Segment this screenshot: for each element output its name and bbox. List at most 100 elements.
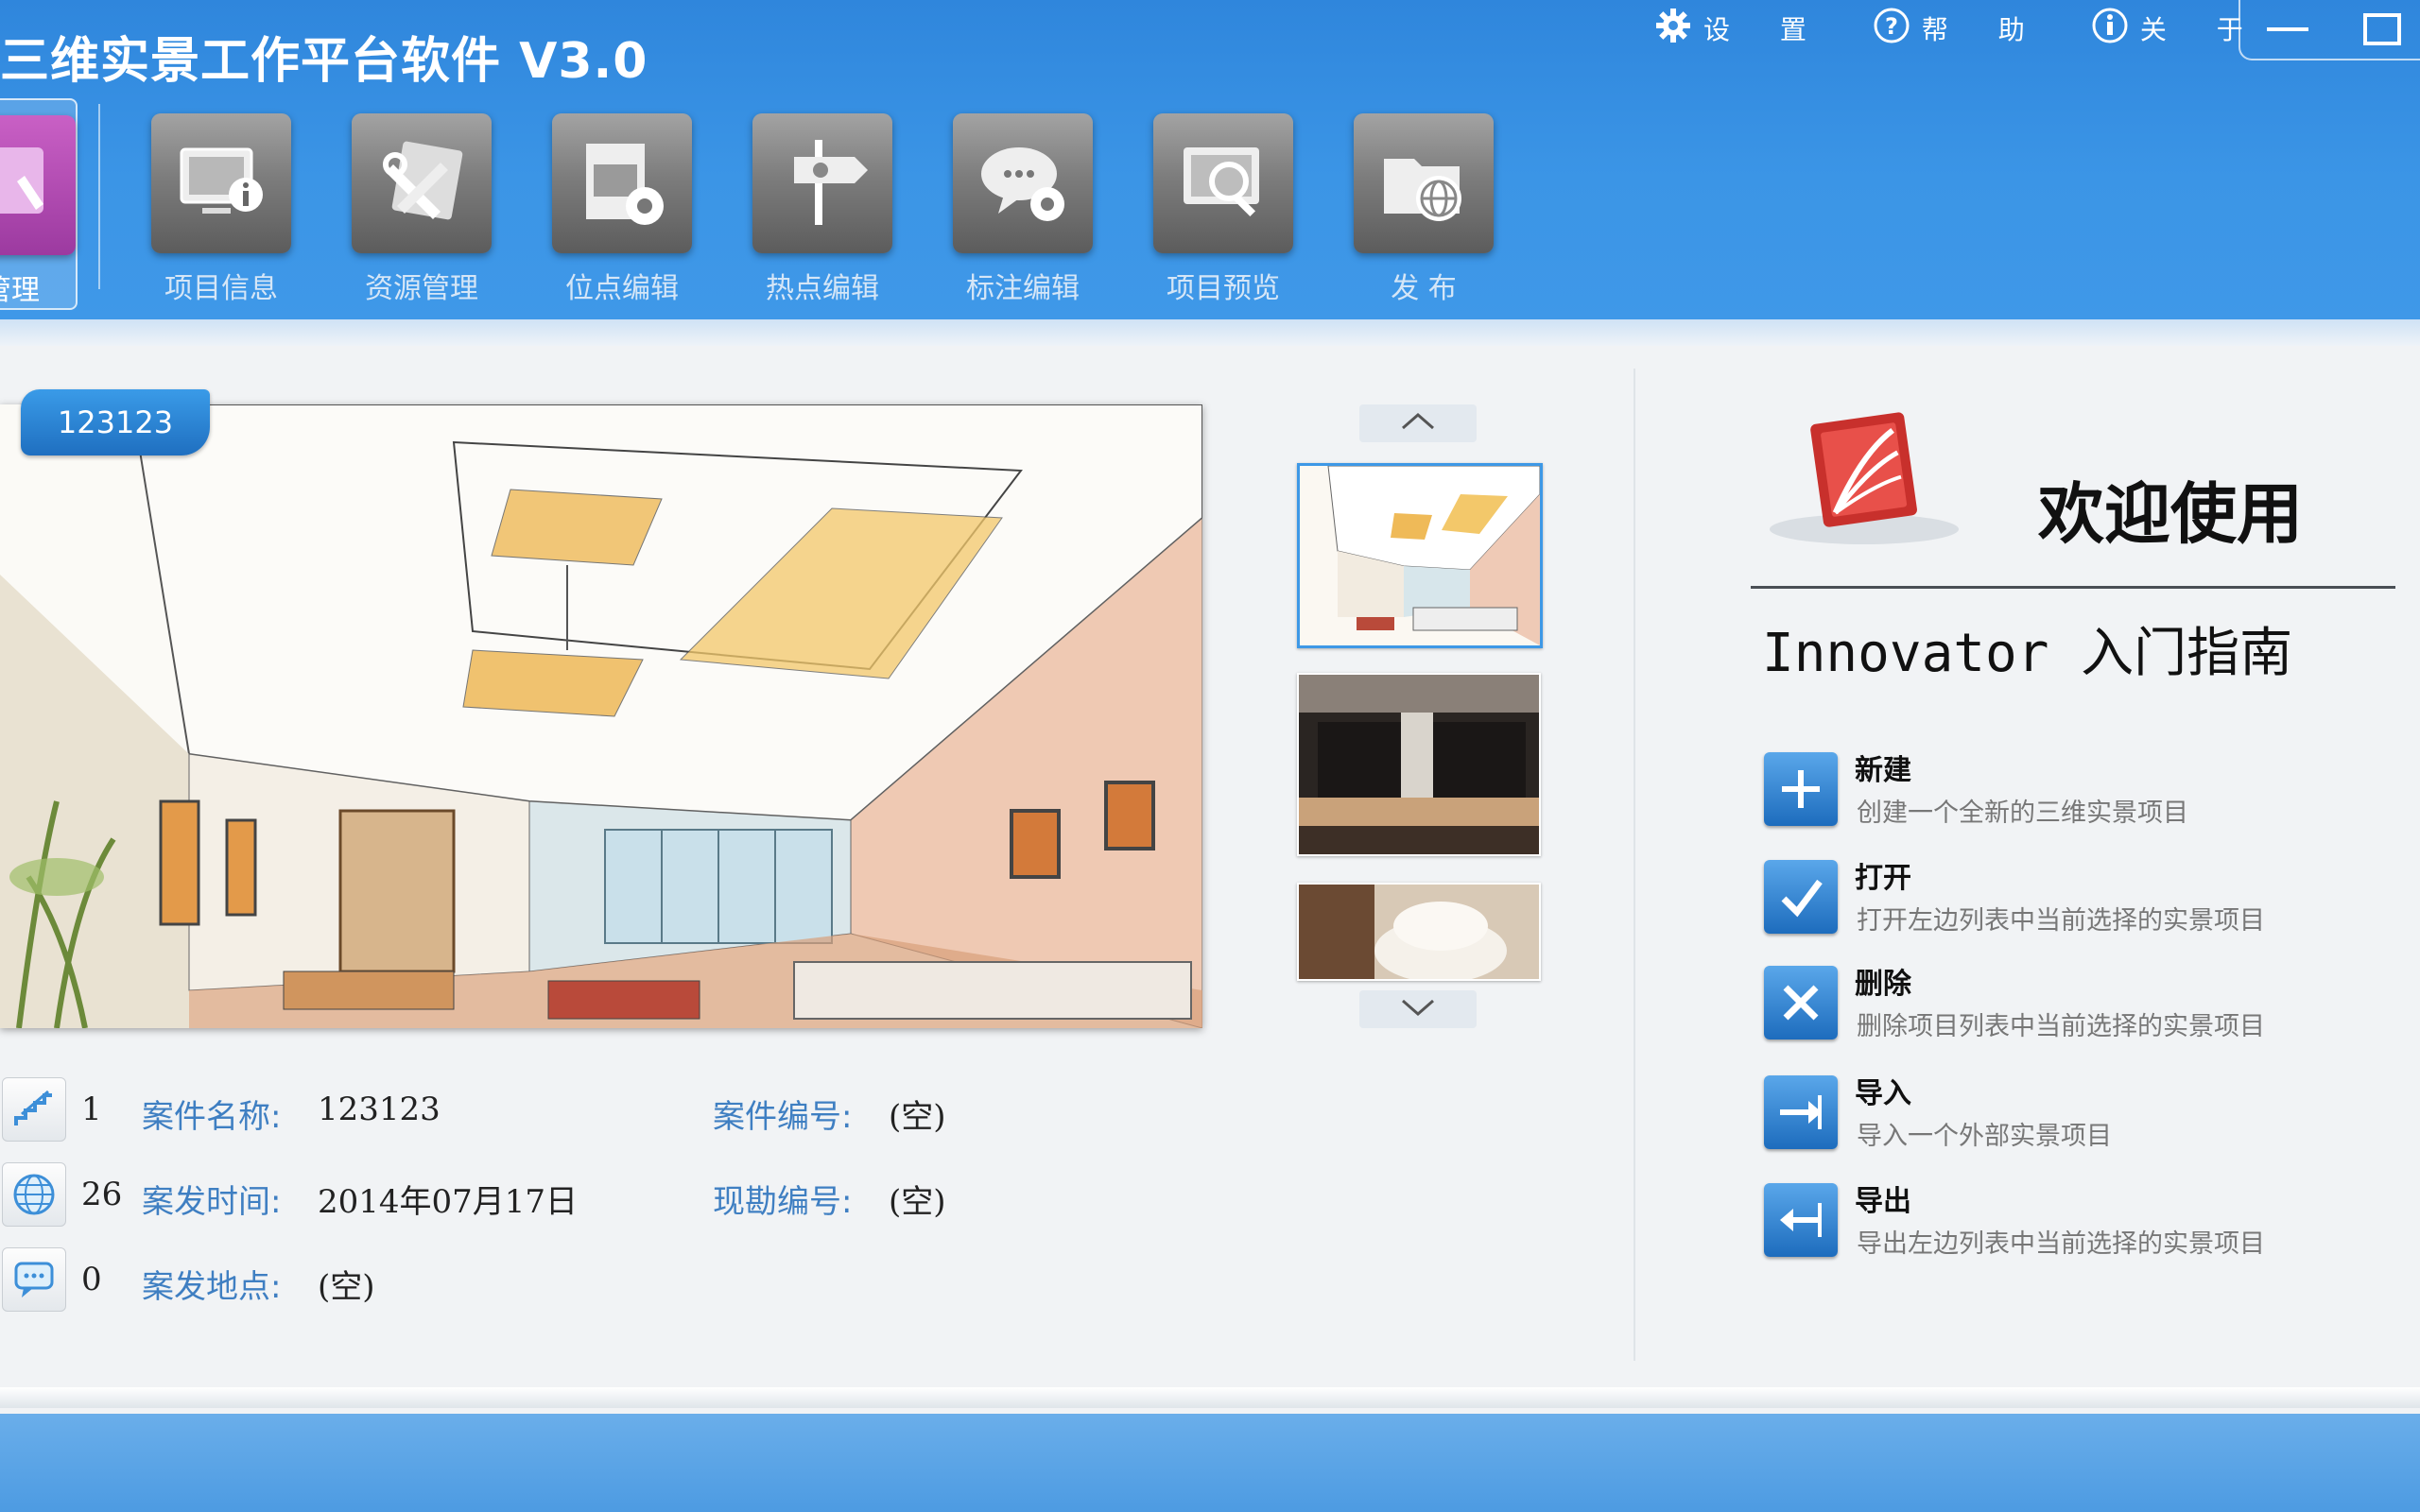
globe-icon xyxy=(2,1162,66,1227)
status-bar xyxy=(0,1414,2420,1512)
tool-publish-label: 发 布 xyxy=(1391,272,1457,305)
chevron-down-icon xyxy=(1399,997,1437,1022)
case-name-value: 123123 xyxy=(318,1091,441,1128)
project-name-badge: 123123 xyxy=(21,389,210,455)
thumbnail-3[interactable] xyxy=(1297,883,1541,981)
comment-icon xyxy=(2,1247,66,1312)
tool-project-preview[interactable]: 项目预览 xyxy=(1129,98,1303,306)
new-project-title: 新建 xyxy=(1855,754,1911,787)
info-row: 0 案发地点: (空) xyxy=(0,1247,1040,1314)
footer-divider xyxy=(0,1387,2420,1408)
import-project-desc: 导入一个外部实景项目 xyxy=(1857,1122,2112,1151)
project-info-icon xyxy=(151,113,291,253)
info-row: 1 案件名称: 123123 案件编号: (空) xyxy=(0,1077,1040,1143)
info-icon xyxy=(2091,7,2140,51)
export-arrow-icon xyxy=(1764,1183,1838,1257)
tool-annotation-edit[interactable]: 标注编辑 xyxy=(928,98,1102,306)
interior-sketch-image xyxy=(0,404,1203,1029)
location-edit-icon xyxy=(552,113,692,253)
gear-icon xyxy=(1654,7,1703,51)
open-project-desc: 打开左边列表中当前选择的实景项目 xyxy=(1857,906,2265,936)
guide-divider xyxy=(1751,586,2395,589)
maximize-button[interactable] xyxy=(2335,0,2420,59)
tool-project-info[interactable]: 项目信息 xyxy=(127,98,301,306)
plus-icon xyxy=(1764,752,1838,826)
open-project-action[interactable]: 打开 打开左边列表中当前选择的实景项目 xyxy=(1764,854,2407,949)
help-icon: ? xyxy=(1873,7,1922,51)
case-number-key: 案件编号: xyxy=(713,1098,853,1136)
help-label: 帮 助 xyxy=(1921,14,2046,45)
thumbnail-2[interactable] xyxy=(1297,673,1541,856)
publish-icon xyxy=(1354,113,1494,253)
top-actions: 设 置 ? 帮 助 关 于 xyxy=(1654,8,2309,49)
tool-location-edit-label: 位点编辑 xyxy=(565,272,679,305)
guide-title: Innovator 入门指南 xyxy=(1762,623,2293,684)
export-project-title: 导出 xyxy=(1855,1185,1911,1218)
comment-count: 0 xyxy=(81,1261,102,1298)
thumbnail-1-image xyxy=(1300,466,1540,645)
survey-number-key: 现勘编号: xyxy=(713,1183,853,1221)
case-name-key: 案件名称: xyxy=(142,1098,282,1136)
tool-manage[interactable]: 管理 xyxy=(0,98,78,310)
import-project-title: 导入 xyxy=(1855,1077,1911,1110)
scroll-down-button[interactable] xyxy=(1359,990,1477,1028)
case-location-value: (空) xyxy=(318,1268,375,1306)
case-number-value: (空) xyxy=(889,1098,946,1136)
thumbnail-1[interactable] xyxy=(1297,463,1543,648)
info-row: 26 案发时间: 2014年07月17日 现勘编号: (空) xyxy=(0,1162,1040,1228)
project-preview-icon xyxy=(1153,113,1293,253)
stairs-icon xyxy=(2,1077,66,1142)
delete-project-desc: 删除项目列表中当前选择的实景项目 xyxy=(1857,1012,2265,1041)
resource-manage-icon xyxy=(352,113,492,253)
export-project-action[interactable]: 导出 导出左边列表中当前选择的实景项目 xyxy=(1764,1177,2407,1272)
thumbnail-strip xyxy=(1293,401,1543,1034)
svg-text:?: ? xyxy=(1885,13,1898,40)
new-project-desc: 创建一个全新的三维实景项目 xyxy=(1857,799,2188,828)
hotspot-edit-icon xyxy=(752,113,892,253)
tool-project-preview-label: 项目预览 xyxy=(1167,272,1280,305)
export-project-desc: 导出左边列表中当前选择的实景项目 xyxy=(1857,1229,2265,1259)
project-info-panel: 1 案件名称: 123123 案件编号: (空) 26 案发时间: 2014年0… xyxy=(0,1077,1040,1332)
app-title: 三维实景工作平台软件 V3.0 xyxy=(0,33,648,90)
welcome-heading: 欢迎使用 xyxy=(2038,475,2303,553)
tool-manage-label: 管理 xyxy=(0,274,40,307)
delete-project-title: 删除 xyxy=(1855,968,1911,1001)
case-location-key: 案发地点: xyxy=(142,1268,282,1306)
survey-number-value: (空) xyxy=(889,1183,946,1221)
new-project-action[interactable]: 新建 创建一个全新的三维实景项目 xyxy=(1764,747,2407,841)
thumbnail-2-image xyxy=(1299,675,1539,854)
chevron-up-icon xyxy=(1399,411,1437,436)
window-controls xyxy=(2238,0,2420,60)
tool-publish[interactable]: 发 布 xyxy=(1329,98,1503,306)
tool-hotspot-edit-label: 热点编辑 xyxy=(766,272,879,305)
check-icon xyxy=(1764,860,1838,934)
scroll-up-button[interactable] xyxy=(1359,404,1477,442)
annotation-edit-icon xyxy=(953,113,1093,253)
settings-button[interactable]: 设 置 xyxy=(1654,8,1827,49)
manage-icon xyxy=(0,115,76,255)
close-icon xyxy=(1764,966,1838,1040)
toolbar-divider xyxy=(98,104,100,289)
import-project-action[interactable]: 导入 导入一个外部实景项目 xyxy=(1764,1070,2407,1164)
globe-count: 26 xyxy=(81,1176,123,1213)
settings-label: 设 置 xyxy=(1703,14,1827,45)
thumbnail-3-image xyxy=(1299,885,1539,979)
app-logo xyxy=(1760,397,1968,558)
title-bar: 三维实景工作平台软件 V3.0 设 置 ? 帮 助 关 于 理 项目信息 资源管… xyxy=(0,0,2420,321)
minimize-button[interactable] xyxy=(2240,0,2335,59)
tool-resource-manage[interactable]: 资源管理 xyxy=(327,98,501,306)
stairs-count: 1 xyxy=(81,1091,102,1128)
import-arrow-icon xyxy=(1764,1075,1838,1149)
tool-location-edit[interactable]: 位点编辑 xyxy=(527,98,701,306)
help-button[interactable]: ? 帮 助 xyxy=(1873,8,2046,49)
tool-hotspot-edit[interactable]: 热点编辑 xyxy=(728,98,902,306)
case-time-value: 2014年07月17日 xyxy=(318,1183,579,1221)
tool-resource-manage-label: 资源管理 xyxy=(365,272,478,305)
panel-divider xyxy=(1634,369,1635,1361)
case-time-key: 案发时间: xyxy=(142,1183,282,1221)
header-divider xyxy=(0,319,2420,346)
delete-project-action[interactable]: 删除 删除项目列表中当前选择的实景项目 xyxy=(1764,960,2407,1055)
tool-annotation-edit-label: 标注编辑 xyxy=(966,272,1080,305)
project-preview-image[interactable] xyxy=(0,404,1203,1029)
open-project-title: 打开 xyxy=(1855,862,1911,895)
